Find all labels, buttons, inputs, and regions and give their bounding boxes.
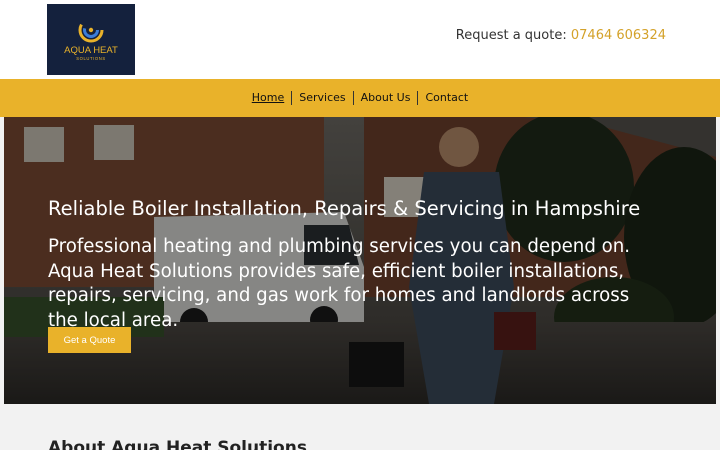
quote-label: Request a quote: — [455, 28, 567, 43]
nav-home[interactable]: Home — [245, 91, 291, 105]
site-logo[interactable]: AQUA HEAT SOLUTIONS — [47, 4, 135, 75]
hero-description: Professional heating and plumbing servic… — [48, 236, 631, 331]
swirl-logo-icon — [78, 17, 104, 43]
logo-title: AQUA HEAT — [64, 45, 118, 56]
hero-banner: Reliable Boiler Installation, Repairs & … — [4, 117, 716, 404]
site-header: AQUA HEAT SOLUTIONS Request a quote: 074… — [0, 0, 720, 79]
main-nav: Home Services About Us Contact — [0, 79, 720, 117]
nav-about-us[interactable]: About Us — [352, 91, 418, 105]
quote-request: Request a quote: 07464 606324 — [456, 28, 666, 43]
about-heading: About Aqua Heat Solutions — [48, 438, 307, 450]
hero-title: Reliable Boiler Installation, Repairs & … — [48, 197, 641, 220]
nav-contact[interactable]: Contact — [417, 91, 475, 105]
logo-subtitle: SOLUTIONS — [76, 56, 106, 61]
get-quote-button[interactable]: Get a Quote — [48, 327, 131, 353]
nav-services[interactable]: Services — [291, 91, 352, 105]
phone-link[interactable]: 07464 606324 — [571, 28, 666, 43]
